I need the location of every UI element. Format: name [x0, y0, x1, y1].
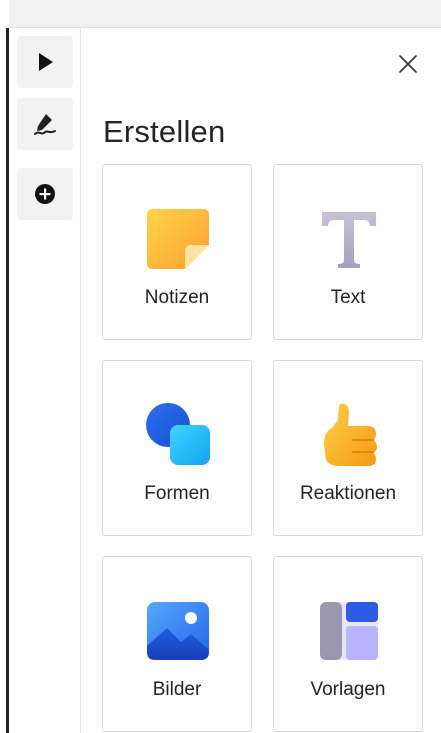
tool-rail [9, 28, 81, 733]
create-card-label: Bilder [152, 679, 202, 700]
select-tool-button[interactable] [17, 36, 73, 88]
close-button[interactable] [394, 50, 422, 78]
add-circle-icon [35, 184, 55, 204]
pen-icon [34, 114, 56, 135]
create-card-label: Reaktionen [299, 483, 397, 504]
panel-title: Erstellen [103, 114, 226, 149]
create-card-shapes[interactable]: Formen [102, 360, 252, 536]
thumbs-up-icon [315, 401, 383, 469]
shapes-icon [144, 401, 212, 469]
pen-tool-button[interactable] [17, 98, 73, 150]
create-panel: Erstellen Notizen Text Formen Reaktionen… [82, 28, 441, 733]
create-card-notes[interactable]: Notizen [102, 164, 252, 340]
pointer-icon [39, 53, 53, 71]
image-icon [144, 597, 212, 665]
text-icon [315, 205, 383, 273]
close-icon [399, 55, 417, 73]
create-card-templates[interactable]: Vorlagen [273, 556, 423, 732]
add-tool-button[interactable] [17, 168, 73, 220]
create-card-images[interactable]: Bilder [102, 556, 252, 732]
sticky-note-icon [144, 205, 212, 273]
create-card-text[interactable]: Text [273, 164, 423, 340]
create-card-label: Notizen [144, 287, 210, 308]
create-card-label: Formen [144, 483, 210, 504]
create-card-reactions[interactable]: Reaktionen [273, 360, 423, 536]
create-card-label: Vorlagen [310, 679, 386, 700]
left-edge-border [0, 0, 9, 733]
create-card-label: Text [330, 287, 366, 308]
template-icon [315, 597, 383, 665]
window-top-bar [0, 0, 441, 28]
